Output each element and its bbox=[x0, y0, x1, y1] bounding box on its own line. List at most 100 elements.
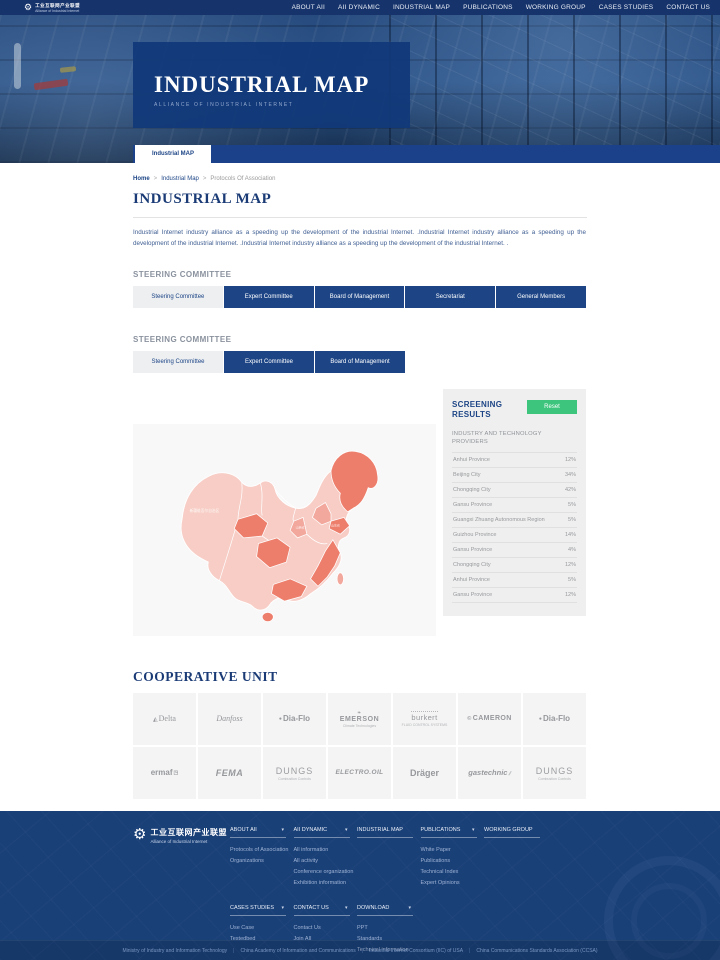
province-value: 12% bbox=[565, 457, 576, 463]
partner-logo-label: Delta bbox=[153, 714, 176, 723]
footer-column: WORKING GROUP bbox=[484, 827, 548, 889]
hero-active-tab[interactable]: Industrial MAP bbox=[135, 145, 211, 163]
footer-column-title[interactable]: ABOUT AII bbox=[230, 827, 286, 838]
partner-logo[interactable]: Dia-Flo bbox=[523, 693, 586, 745]
nav-item[interactable]: AII DYNAMIC bbox=[338, 4, 380, 11]
footer-link[interactable]: Conference organization bbox=[294, 867, 354, 878]
partner-logo[interactable]: ELECTRO.OIL bbox=[328, 747, 391, 799]
footer-column-title[interactable]: CASES STUDIES bbox=[230, 905, 286, 916]
page-title: INDUSTRIAL MAP bbox=[133, 191, 587, 218]
footer-link[interactable]: All activity bbox=[294, 856, 354, 867]
screening-row[interactable]: Anhui Province 12% bbox=[452, 452, 577, 467]
footer-column-title[interactable]: INDUSTRIAL MAP bbox=[357, 827, 413, 838]
committee-tab[interactable]: Steering Committee bbox=[133, 351, 223, 373]
screening-row[interactable]: Anhui Province 5% bbox=[452, 572, 577, 587]
footer-link[interactable]: Expert Opinions bbox=[421, 878, 481, 889]
nav-item[interactable]: PUBLICATIONS bbox=[463, 4, 513, 11]
page: ⚙ 工业互联网产业联盟 Alliance of Industrial Inter… bbox=[0, 0, 720, 960]
committee-tab[interactable]: Secretariat bbox=[405, 286, 495, 308]
partner-logo[interactable]: DUNGS Combustion Controls bbox=[523, 747, 586, 799]
partner-logo-label: Danfoss bbox=[216, 714, 242, 723]
gear-icon: ⚙ bbox=[133, 827, 146, 889]
screening-row[interactable]: Chongqing City 42% bbox=[452, 482, 577, 497]
footer-brand[interactable]: ⚙ 工业互联网产业联盟 Alliance of Industrial Inter… bbox=[133, 827, 230, 889]
partner-logo-label: burkert bbox=[411, 711, 437, 722]
screening-results-panel: SCREENING RESULTS Reset INDUSTRY AND TEC… bbox=[443, 389, 586, 616]
footer-link[interactable]: Technical Index bbox=[421, 867, 481, 878]
screening-row[interactable]: Chongqing City 12% bbox=[452, 557, 577, 572]
nav-item[interactable]: WORKING GROUP bbox=[526, 4, 586, 11]
partner-logo[interactable]: CAMERON bbox=[458, 693, 521, 745]
footer-link[interactable]: PPT bbox=[357, 923, 417, 934]
footer-column-title[interactable]: CONTACT US bbox=[294, 905, 350, 916]
footer-link[interactable]: Protocols of Association bbox=[230, 845, 290, 856]
footer-column-title[interactable]: DOWNLOAD bbox=[357, 905, 413, 916]
partner-logo[interactable]: FEMA bbox=[198, 747, 261, 799]
partner-logo[interactable]: DUNGS Combustion Controls bbox=[263, 747, 326, 799]
footer-link[interactable]: Publications bbox=[421, 856, 481, 867]
screening-row[interactable]: Guangxi Zhuang Autonomous Region 5% bbox=[452, 512, 577, 527]
footer-column: PUBLICATIONS White PaperPublicationsTech… bbox=[421, 827, 485, 889]
footer-link[interactable]: Use Case bbox=[230, 923, 290, 934]
screening-row[interactable]: Gansu Province 12% bbox=[452, 587, 577, 603]
province-value: 4% bbox=[568, 547, 576, 553]
nav-item[interactable]: ABOUT AII bbox=[292, 4, 325, 11]
breadcrumb-industrial-map[interactable]: Industrial Map bbox=[161, 176, 199, 182]
partner-logo-sub: Climate Technologies bbox=[343, 724, 376, 728]
reset-button[interactable]: Reset bbox=[527, 400, 577, 414]
committee-tab[interactable]: Steering Committee bbox=[133, 286, 223, 308]
partner-logo[interactable]: ermaf bbox=[133, 747, 196, 799]
brand[interactable]: ⚙ 工业互联网产业联盟 Alliance of Industrial Inter… bbox=[24, 3, 80, 13]
committee-tab[interactable]: Board of Management bbox=[315, 351, 405, 373]
partner-logo[interactable]: Delta bbox=[133, 693, 196, 745]
screening-row[interactable]: Gansu Province 5% bbox=[452, 497, 577, 512]
partner-logo-label: EMERSON bbox=[340, 710, 380, 723]
partner-logo[interactable]: gastechnic bbox=[458, 747, 521, 799]
province-name: Gansu Province bbox=[453, 547, 492, 553]
map-label-shandong: 山东省 bbox=[331, 523, 340, 528]
footer-column-title[interactable]: PUBLICATIONS bbox=[421, 827, 477, 838]
breadcrumb-home[interactable]: Home bbox=[133, 176, 150, 182]
china-choropleth-map[interactable]: 新疆维吾尔自治区 山西省 山东省 bbox=[142, 430, 427, 630]
footer-bottom-link[interactable]: China Communications Standards Associati… bbox=[463, 948, 597, 954]
committee-tab[interactable]: Board of Management bbox=[315, 286, 405, 308]
screening-row[interactable]: Beijing City 34% bbox=[452, 467, 577, 482]
province-value: 42% bbox=[565, 487, 576, 493]
footer-link[interactable]: White Paper bbox=[421, 845, 481, 856]
footer-column-title[interactable]: WORKING GROUP bbox=[484, 827, 540, 838]
footer-link[interactable]: Contact Us bbox=[294, 923, 354, 934]
province-value: 5% bbox=[568, 502, 576, 508]
committee-tab[interactable]: Expert Committee bbox=[224, 351, 314, 373]
screening-row[interactable]: Gansu Province 4% bbox=[452, 542, 577, 557]
screening-title: SCREENING RESULTS bbox=[452, 400, 514, 419]
committee-tab[interactable]: General Members bbox=[496, 286, 586, 308]
partner-logo[interactable]: burkert FLUID CONTROL SYSTEMS bbox=[393, 693, 456, 745]
partner-logo[interactable]: Danfoss bbox=[198, 693, 261, 745]
brand-name-en: Alliance of Industrial Internet bbox=[35, 9, 80, 13]
footer-link[interactable]: All information bbox=[294, 845, 354, 856]
nav-item[interactable]: CONTACT US bbox=[666, 4, 710, 11]
footer-brand-en: Alliance of Industrial Internet bbox=[150, 839, 227, 844]
footer-bottom-link[interactable]: Ministry of Industry and Information Tec… bbox=[122, 948, 227, 954]
footer-bottom-link[interactable]: China Academy of Information and Communi… bbox=[227, 948, 356, 954]
nav-item[interactable]: INDUSTRIAL MAP bbox=[393, 4, 450, 11]
province-value: 34% bbox=[565, 472, 576, 478]
partner-logo-label: DUNGS bbox=[276, 766, 314, 776]
committee-tab[interactable]: Expert Committee bbox=[224, 286, 314, 308]
footer-bottom-link[interactable]: Industrial Internet Consortium (IIC) of … bbox=[356, 948, 463, 954]
footer-link[interactable]: Exhibition information bbox=[294, 878, 354, 889]
partner-logo[interactable]: EMERSON Climate Technologies bbox=[328, 693, 391, 745]
gear-icon: ⚙ bbox=[24, 3, 32, 12]
footer-column-title[interactable]: AII DYNAMIC bbox=[294, 827, 350, 838]
province-value: 5% bbox=[568, 517, 576, 523]
map-and-screening: 新疆维吾尔自治区 山西省 山东省 SCREENING RESULTS Reset… bbox=[133, 389, 586, 639]
hero-photo-rocket bbox=[14, 43, 21, 89]
province-name: Chongqing City bbox=[453, 562, 491, 568]
screening-row[interactable]: Guizhou Province 14% bbox=[452, 527, 577, 542]
partner-logo[interactable]: Dia-Flo bbox=[263, 693, 326, 745]
partner-logo[interactable]: Dräger bbox=[393, 747, 456, 799]
committee-a-tabs: Steering CommitteeExpert CommitteeBoard … bbox=[133, 286, 586, 308]
footer-link[interactable]: Organizations bbox=[230, 856, 290, 867]
nav-item[interactable]: CASES STUDIES bbox=[599, 4, 654, 11]
partner-logo-sub: Combustion Controls bbox=[278, 777, 311, 781]
